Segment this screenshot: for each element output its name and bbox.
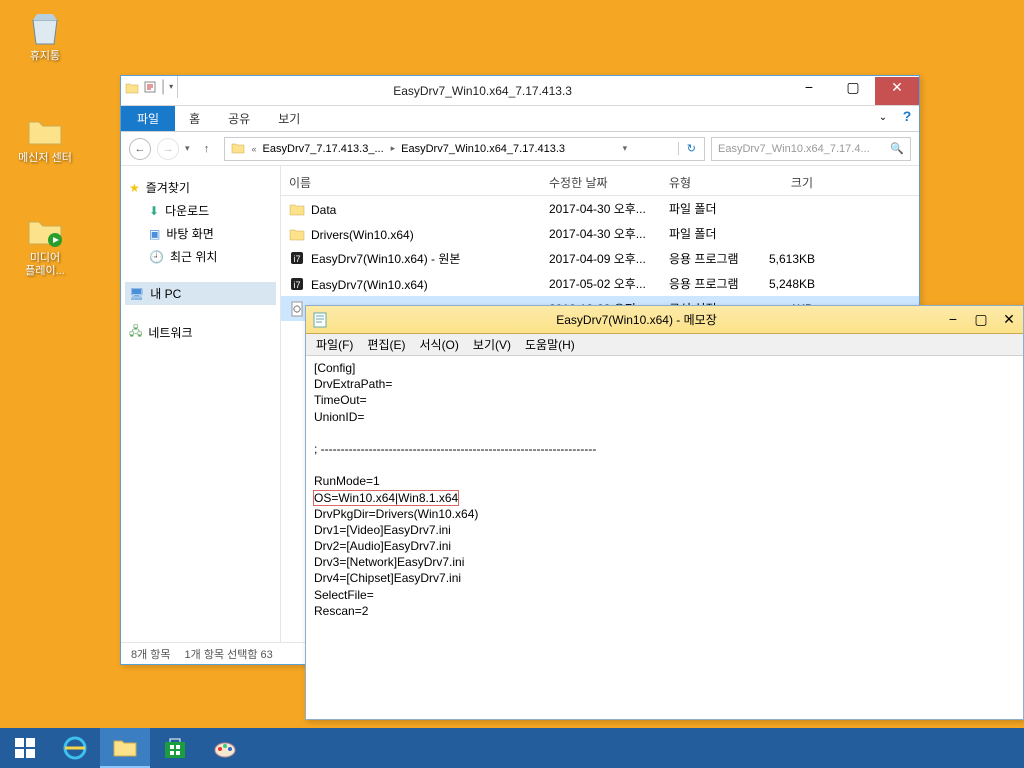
svg-text:i7: i7 [293,280,300,290]
notepad-menubar: 파일(F) 편집(E) 서식(O) 보기(V) 도움말(H) [306,334,1023,356]
status-count: 8개 항목 [131,646,171,662]
exe-icon: i7 [289,276,305,292]
col-size[interactable]: 크기 [761,170,821,195]
menu-file[interactable]: 파일(F) [316,336,353,353]
folder-icon [25,110,65,150]
pc-icon: 🖥 [129,287,144,301]
notepad-textarea[interactable]: [Config] DrvExtraPath= TimeOut= UnionID=… [306,356,1023,719]
menu-view[interactable]: 보기(V) [473,336,511,353]
nav-this-pc[interactable]: 🖥내 PC [125,282,276,305]
folder-icon [289,226,305,242]
list-row[interactable]: i7EasyDrv7(Win10.x64) 2017-05-02 오후... 응… [281,271,919,296]
explorer-ribbon: 파일 홈 공유 보기 ⌄ ? [121,106,919,132]
breadcrumb-seg-0[interactable]: EasyDrv7_7.17.413.3_... [257,143,391,155]
notepad-window: EasyDrv7(Win10.x64) - 메모장 − ▢ ✕ 파일(F) 편집… [305,305,1024,720]
qat-dropdown-icon[interactable]: ▾ [169,82,173,91]
col-name[interactable]: 이름 [281,170,541,195]
recycle-bin-icon [25,8,65,48]
taskbar-store[interactable] [150,728,200,768]
notepad-titlebar[interactable]: EasyDrv7(Win10.x64) - 메모장 − ▢ ✕ [306,306,1023,334]
folder-small-icon [125,80,139,94]
desktop-icon-media-player[interactable]: 미디어 플레이... [10,210,80,278]
nav-favorites[interactable]: ★즐겨찾기 [125,176,276,199]
back-button[interactable]: ← [129,138,151,160]
ribbon-file-tab[interactable]: 파일 [121,106,175,131]
col-date[interactable]: 수정한 날짜 [541,170,661,195]
desktop-icon-recycle-bin[interactable]: 휴지통 [10,8,80,63]
np-close-button[interactable]: ✕ [995,309,1023,331]
ini-icon [289,301,305,317]
forward-button[interactable]: → [157,138,179,160]
search-icon: 🔍 [890,142,904,155]
explorer-title: EasyDrv7_Win10.x64_7.17.413.3 [178,84,787,98]
taskbar [0,728,1024,768]
qat-separator: | [161,78,165,96]
taskbar-ie[interactable] [50,728,100,768]
explorer-nav: ← → ▾ ↑ « EasyDrv7_7.17.413.3_... ▸ Easy… [121,132,919,166]
folder-media-icon [25,210,65,250]
properties-icon[interactable] [143,80,157,94]
explorer-titlebar[interactable]: | ▾ EasyDrv7_Win10.x64_7.17.413.3 − ▢ ✕ [121,76,919,106]
menu-help[interactable]: 도움말(H) [525,336,575,353]
address-bar[interactable]: « EasyDrv7_7.17.413.3_... ▸ EasyDrv7_Win… [224,137,705,161]
folder-icon [289,201,305,217]
status-selection: 1개 항목 선택함 63 [185,646,273,662]
list-row[interactable]: Drivers(Win10.x64) 2017-04-30 오후... 파일 폴… [281,221,919,246]
list-row[interactable]: i7EasyDrv7(Win10.x64) - 원본 2017-04-09 오후… [281,246,919,271]
nav-network[interactable]: 🖧네트워크 [125,319,276,346]
np-maximize-button[interactable]: ▢ [967,309,995,331]
nav-pane: ★즐겨찾기 ⬇다운로드 ▣바탕 화면 🕘최근 위치 🖥내 PC 🖧네트워크 [121,166,281,642]
taskbar-paint[interactable] [200,728,250,768]
list-row[interactable]: Data 2017-04-30 오후... 파일 폴더 [281,196,919,221]
close-button[interactable]: ✕ [875,77,919,105]
col-type[interactable]: 유형 [661,170,761,195]
taskbar-explorer[interactable] [100,728,150,768]
ribbon-tab-share[interactable]: 공유 [214,106,264,131]
np-minimize-button[interactable]: − [939,309,967,331]
desktop-icon: ▣ [149,227,160,241]
menu-edit[interactable]: 편집(E) [367,336,405,353]
ribbon-expand-icon[interactable]: ⌄ [871,106,895,131]
refresh-button[interactable]: ↻ [678,142,704,155]
breadcrumb-seg-1[interactable]: EasyDrv7_Win10.x64_7.17.413.3 [395,143,572,155]
nav-downloads[interactable]: ⬇다운로드 [125,199,276,222]
search-box[interactable]: EasyDrv7_Win10.x64_7.17.4... 🔍 [711,137,911,161]
exe-icon: i7 [289,250,305,266]
highlighted-os-line: OS=Win10.x64|Win8.1.x64 [314,491,458,505]
help-icon[interactable]: ? [895,106,919,131]
maximize-button[interactable]: ▢ [831,77,875,105]
network-icon: 🖧 [129,322,142,343]
ribbon-tab-view[interactable]: 보기 [264,106,314,131]
menu-format[interactable]: 서식(O) [419,336,458,353]
notepad-icon [312,312,328,328]
nav-recent[interactable]: 🕘최근 위치 [125,245,276,268]
recent-locations-button[interactable]: ▾ [185,143,190,154]
desktop-icon-messenger-center[interactable]: 메신저 센터 [10,110,80,165]
minimize-button[interactable]: − [787,77,831,105]
downloads-icon: ⬇ [149,204,159,218]
nav-desktop[interactable]: ▣바탕 화면 [125,222,276,245]
notepad-title: EasyDrv7(Win10.x64) - 메모장 [334,311,939,328]
up-button[interactable]: ↑ [196,138,218,160]
start-button[interactable] [0,728,50,768]
recent-icon: 🕘 [149,250,164,264]
folder-path-icon [231,140,245,154]
ribbon-tab-home[interactable]: 홈 [175,106,214,131]
svg-text:i7: i7 [293,254,300,264]
